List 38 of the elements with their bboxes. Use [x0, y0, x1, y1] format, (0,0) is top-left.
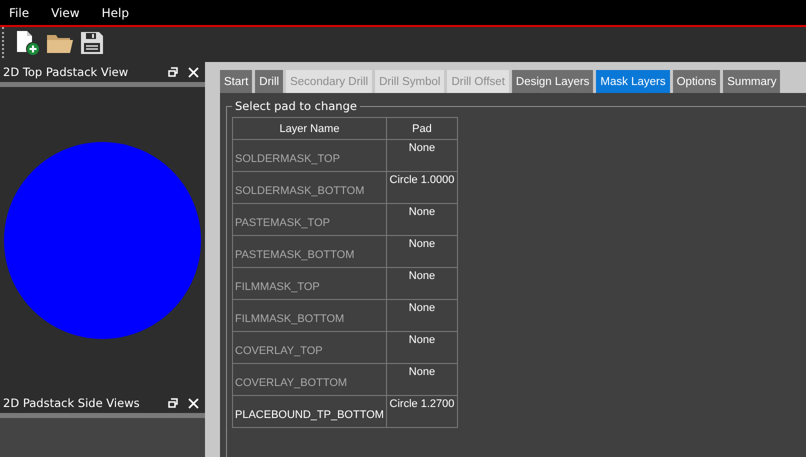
column-header: Layer Name: [232, 118, 386, 140]
save-icon[interactable]: [80, 30, 104, 54]
table-cell: PASTEMASK_TOP: [232, 204, 386, 236]
table-cell[interactable]: None: [386, 204, 458, 236]
table-cell: PLACEBOUND_TP_BOTTOM: [232, 396, 386, 428]
tab[interactable]: Start: [220, 70, 252, 93]
table-cell[interactable]: None: [386, 140, 458, 172]
table-cell[interactable]: Circle 1.2700: [386, 396, 458, 428]
menu-item[interactable]: View: [51, 6, 80, 20]
restore-icon[interactable]: [168, 67, 178, 77]
column-header: Pad: [386, 118, 458, 140]
table-cell: COVERLAY_BOTTOM: [232, 364, 386, 396]
table-cell[interactable]: None: [386, 300, 458, 332]
menu-item[interactable]: Help: [102, 6, 129, 20]
table-cell: PASTEMASK_BOTTOM: [232, 236, 386, 268]
table-cell[interactable]: None: [386, 332, 458, 364]
new-file-icon[interactable]: [14, 30, 40, 56]
table-cell: SOLDERMASK_TOP: [232, 140, 386, 172]
restore-icon[interactable]: [168, 398, 178, 408]
table-cell: FILMMASK_BOTTOM: [232, 300, 386, 332]
table-cell: COVERLAY_TOP: [232, 332, 386, 364]
tab[interactable]: Summary: [723, 70, 780, 93]
table-cell[interactable]: None: [386, 268, 458, 300]
table-cell: FILMMASK_TOP: [232, 268, 386, 300]
close-icon[interactable]: [188, 398, 199, 408]
tab[interactable]: Options: [672, 70, 720, 93]
close-icon[interactable]: [188, 66, 199, 78]
table-cell[interactable]: Circle 1.0000: [386, 172, 458, 204]
group-title: Select pad to change: [234, 99, 358, 113]
menu-item[interactable]: File: [9, 6, 30, 20]
panel-title: 2D Padstack Side Views: [3, 396, 141, 410]
table-cell[interactable]: None: [386, 364, 458, 396]
tab[interactable]: Design Layers: [512, 70, 594, 93]
tab[interactable]: Mask Layers: [596, 70, 670, 93]
tab[interactable]: Drill: [255, 70, 284, 93]
panel-title: 2D Top Padstack View: [3, 65, 130, 79]
table-cell: SOLDERMASK_BOTTOM: [232, 172, 386, 204]
table-cell[interactable]: None: [386, 236, 458, 268]
